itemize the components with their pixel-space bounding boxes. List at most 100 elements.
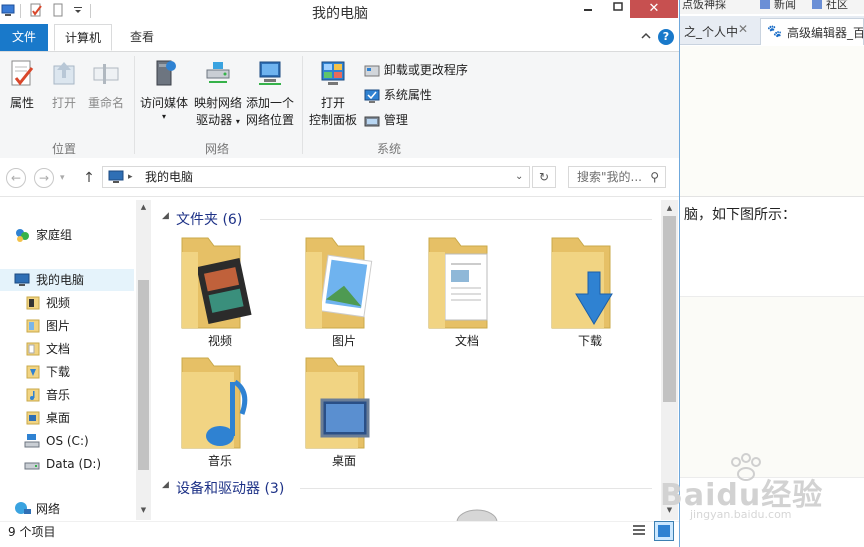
tab-file[interactable]: 文件 — [0, 24, 48, 51]
nav-this-pc[interactable]: 我的电脑 — [0, 269, 134, 291]
manage-button[interactable]: 管理 — [364, 112, 476, 129]
nav-item-pictures[interactable]: 图片 — [0, 315, 134, 337]
bookmark-item[interactable]: 新闻 — [774, 0, 796, 12]
add-network-label-2: 网络位置 — [245, 113, 294, 127]
bookmark-favicon — [760, 0, 770, 9]
nav-item-videos[interactable]: 视频 — [0, 292, 134, 314]
browser-tab-title: 之_个人中 — [684, 25, 739, 39]
map-network-label-2: 驱动器 ▾ — [196, 113, 240, 127]
access-media-button[interactable]: 访问媒体 ▾ — [138, 58, 190, 122]
folder-tile-desktop[interactable]: 桌面 — [294, 352, 394, 470]
group-divider — [300, 488, 652, 489]
add-network-location-button[interactable]: 添加一个 网络位置 — [244, 58, 296, 129]
system-properties-button[interactable]: 系统属性 — [364, 87, 476, 104]
folder-tile-downloads[interactable]: 下载 — [540, 232, 640, 350]
rename-icon — [93, 64, 119, 84]
forward-button[interactable]: → — [34, 168, 54, 188]
open-label: 打开 — [51, 96, 76, 110]
nav-item-label: OS (C:) — [46, 434, 89, 448]
forward-arrow-icon: → — [38, 171, 50, 185]
rename-label: 重命名 — [87, 96, 124, 110]
nav-item-downloads[interactable]: 下载 — [0, 361, 134, 383]
nav-pane-scroll-thumb[interactable] — [138, 280, 149, 470]
add-network-label-1: 添加一个 — [245, 96, 294, 110]
control-panel-label-1: 打开 — [320, 96, 345, 110]
nav-network[interactable]: 网络 — [0, 498, 134, 520]
search-placeholder: 搜索"我的... — [577, 170, 642, 184]
details-view-button[interactable] — [632, 523, 648, 539]
homegroup-icon — [16, 229, 29, 242]
videos-folder-icon — [26, 296, 40, 310]
breadcrumb-chevron-icon: ▸ — [128, 172, 133, 182]
access-media-label: 访问媒体 — [139, 96, 188, 110]
nav-item-label: 图片 — [46, 319, 71, 333]
documents-folder-icon — [428, 237, 488, 329]
search-input[interactable]: 搜索"我的... ⚲ — [568, 166, 666, 188]
open-control-panel-button[interactable]: 打开 控制面板 — [306, 58, 360, 129]
browser-tab-active[interactable]: 🐾 高级编辑器_百 — [760, 18, 864, 45]
recent-locations-dropdown[interactable]: ▾ — [60, 168, 72, 188]
uninstall-program-button[interactable]: 卸载或更改程序 — [364, 62, 476, 79]
folder-label: 下载 — [577, 334, 602, 348]
back-button[interactable]: ← — [6, 168, 26, 188]
media-server-icon — [156, 60, 176, 86]
collapse-ribbon-icon[interactable] — [638, 30, 654, 46]
help-icon[interactable]: ? — [658, 29, 674, 45]
network-icon — [15, 502, 31, 514]
scroll-up-icon[interactable]: ▲ — [138, 203, 149, 213]
scroll-up-icon[interactable]: ▲ — [663, 204, 676, 214]
content-scroll-thumb[interactable] — [663, 216, 676, 402]
tab-close-icon[interactable]: ✕ — [738, 22, 748, 36]
dropdown-arrow-icon: ▾ — [235, 117, 240, 126]
collapse-group-icon[interactable]: ◢ — [162, 211, 169, 221]
chevron-down-icon: ▾ — [60, 173, 65, 183]
breadcrumb-current[interactable]: 我的电脑 — [145, 167, 193, 187]
close-button[interactable]: ✕ — [630, 0, 678, 18]
dropdown-arrow-icon: ▾ — [161, 112, 166, 121]
folder-tile-documents[interactable]: 文档 — [417, 232, 517, 350]
search-icon: ⚲ — [650, 170, 659, 184]
properties-label: 属性 — [9, 96, 34, 110]
minimize-button[interactable] — [574, 0, 602, 18]
browser-tab[interactable]: 之_个人中 ✕ — [680, 18, 756, 44]
folder-label: 文档 — [454, 334, 479, 348]
uninstall-label: 卸载或更改程序 — [383, 63, 468, 77]
open-button[interactable]: 打开 — [46, 58, 82, 112]
scroll-down-icon[interactable]: ▼ — [138, 506, 149, 516]
up-button[interactable]: ↑ — [80, 168, 98, 188]
folder-tile-videos[interactable]: 视频 — [170, 232, 270, 350]
nav-item-desktop[interactable]: 桌面 — [0, 407, 134, 429]
folder-tile-music[interactable]: 音乐 — [170, 352, 270, 470]
group-header-devices[interactable]: 设备和驱动器 (3) — [176, 478, 284, 498]
bookmark-item[interactable]: 社区 — [826, 0, 848, 12]
group-label-system: 系统 — [376, 142, 401, 156]
nav-item-drive-c[interactable]: OS (C:) — [0, 430, 134, 452]
rename-button[interactable]: 重命名 — [86, 58, 126, 112]
nav-item-documents[interactable]: 文档 — [0, 338, 134, 360]
folder-tile-pictures[interactable]: 图片 — [294, 232, 394, 350]
map-network-drive-button[interactable]: 映射网络 驱动器 ▾ — [192, 58, 244, 130]
large-icons-view-button[interactable] — [654, 521, 674, 541]
nav-item-drive-d[interactable]: Data (D:) — [0, 453, 134, 475]
system-properties-icon — [364, 89, 380, 103]
address-dropdown-icon[interactable]: ⌄ — [515, 167, 523, 187]
properties-button[interactable]: 属性 — [4, 58, 40, 112]
status-bar — [0, 521, 679, 547]
tab-view[interactable]: 查看 — [118, 24, 166, 51]
article-text: 脑，如下图所示： — [684, 207, 796, 223]
maximize-button[interactable] — [604, 0, 632, 18]
refresh-button[interactable]: ↻ — [532, 166, 556, 188]
details-view-icon — [633, 525, 645, 535]
nav-item-music[interactable]: 音乐 — [0, 384, 134, 406]
bookmark-item[interactable]: 点饭神採 — [682, 0, 726, 12]
bookmark-favicon — [812, 0, 822, 9]
address-bar[interactable]: ▸ 我的电脑 ⌄ — [102, 166, 530, 188]
collapse-group-icon[interactable]: ◢ — [162, 480, 169, 490]
group-header-folders[interactable]: 文件夹 (6) — [176, 209, 242, 229]
system-properties-label: 系统属性 — [383, 88, 432, 102]
baidu-watermark-url: jingyan.baidu.com — [690, 508, 792, 521]
nav-homegroup[interactable]: 家庭组 — [0, 224, 134, 246]
drive-tile-partial[interactable] — [456, 508, 498, 522]
tab-computer[interactable]: 计算机 — [54, 24, 112, 51]
group-separator — [134, 56, 135, 154]
